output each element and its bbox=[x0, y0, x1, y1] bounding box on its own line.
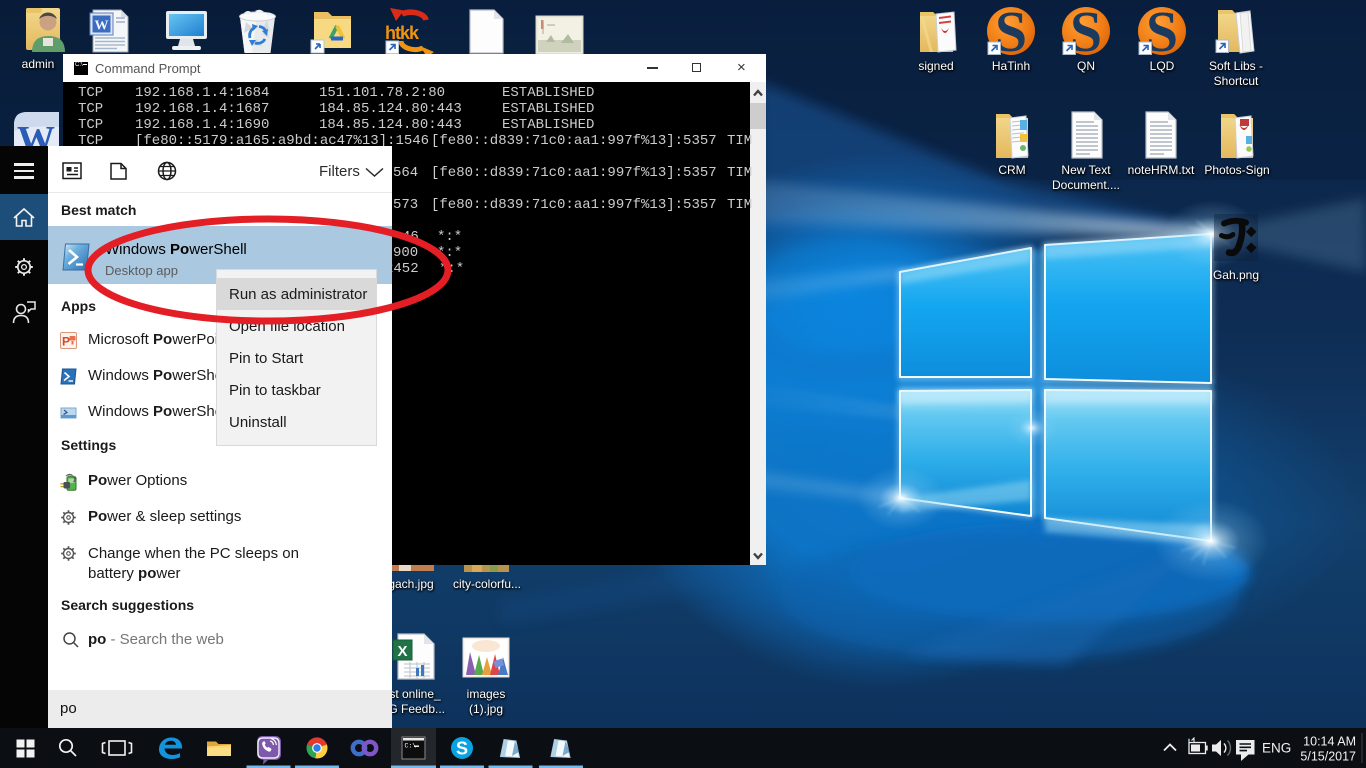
svg-text:W: W bbox=[95, 19, 109, 34]
svg-text:X: X bbox=[397, 643, 407, 660]
svg-text:htkk: htkk bbox=[385, 23, 420, 43]
svg-text:ENG: ENG bbox=[1262, 741, 1291, 756]
svg-text:5/15/2017: 5/15/2017 bbox=[1300, 750, 1356, 764]
svg-text:10:14 AM: 10:14 AM bbox=[1303, 735, 1356, 749]
svg-text:S: S bbox=[456, 739, 468, 759]
svg-text:P: P bbox=[62, 335, 70, 349]
